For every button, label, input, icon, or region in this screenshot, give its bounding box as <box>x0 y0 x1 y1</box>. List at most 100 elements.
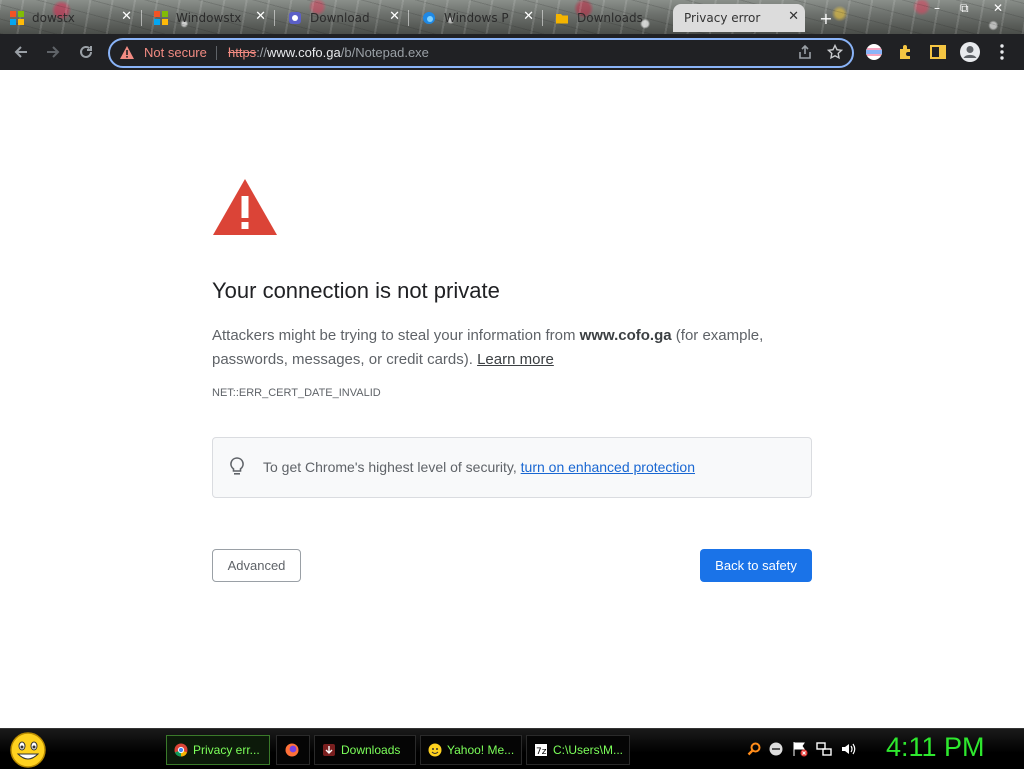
taskbar-clock[interactable]: 4:11 PM <box>886 732 985 763</box>
7zip-icon: 7z <box>534 743 548 757</box>
extension-icon <box>866 44 882 60</box>
address-bar[interactable]: Not secure https://www.cofo.ga/b/Notepad… <box>108 38 854 68</box>
start-smiley-icon[interactable] <box>8 731 48 769</box>
back-to-safety-button[interactable]: Back to safety <box>700 549 812 582</box>
description-host: www.cofo.ga <box>579 327 672 344</box>
url-host: www.cofo.ga <box>267 45 341 60</box>
url-text[interactable]: https://www.cofo.ga/b/Notepad.exe <box>228 45 429 60</box>
close-window-icon[interactable]: ✕ <box>993 1 1003 15</box>
tab-4[interactable]: Windows P ✕ <box>412 4 540 32</box>
reload-icon <box>80 45 92 58</box>
interstitial-page: Your connection is not private Attackers… <box>0 70 1024 728</box>
tab-title: Privacy error <box>684 11 761 25</box>
enhanced-protection-link[interactable]: turn on enhanced protection <box>521 459 695 475</box>
error-code: NET::ERR_CERT_DATE_INVALID <box>212 387 381 399</box>
tab-3[interactable]: Download ✕ <box>278 4 406 32</box>
browser-menu-button[interactable] <box>990 40 1014 64</box>
tab-close-icon[interactable]: ✕ <box>121 10 132 24</box>
tab-1[interactable]: dowstx ✕ <box>0 4 138 32</box>
chrome-icon <box>174 743 188 757</box>
learn-more-link[interactable]: Learn more <box>477 351 554 368</box>
sidepanel-icon <box>930 45 946 59</box>
side-panel-button[interactable] <box>926 40 950 64</box>
forward-icon <box>47 46 60 58</box>
tab-title: Download <box>310 11 370 25</box>
star-icon <box>827 44 843 60</box>
not-secure-label[interactable]: Not secure <box>144 45 207 60</box>
folder-icon <box>556 14 568 24</box>
advanced-button[interactable]: Advanced <box>212 549 301 582</box>
tab-close-icon[interactable]: ✕ <box>255 10 266 24</box>
taskbar: Privacy err... Downloads Yahoo! Me... 7z… <box>0 728 1024 769</box>
tray-status[interactable] <box>768 741 784 757</box>
page-title: Your connection is not private <box>212 278 500 303</box>
taskbar-item-downloads[interactable]: Downloads <box>314 735 416 765</box>
firefox-icon <box>285 743 299 757</box>
tab-close-icon[interactable]: ✕ <box>389 10 400 24</box>
description-text: Attackers might be trying to steal your … <box>212 327 580 344</box>
tab-close-icon[interactable]: ✕ <box>788 10 799 24</box>
url-scheme: https <box>228 45 257 60</box>
taskbar-item-label: Downloads <box>341 743 401 757</box>
yahoo-messenger-icon <box>428 743 442 757</box>
tab-separator <box>542 10 543 26</box>
downloads-icon <box>323 744 335 756</box>
taskbar-item-chrome[interactable]: Privacy err... <box>166 735 270 765</box>
taskbar-item-7zip[interactable]: 7z C:\Users\M... <box>526 735 630 765</box>
tray-action-center[interactable] <box>792 741 808 757</box>
tray-volume[interactable] <box>840 741 856 757</box>
lightbulb-icon <box>230 457 244 475</box>
tab-separator <box>141 10 142 26</box>
tab-separator <box>408 10 409 26</box>
windows-logo-icon <box>10 11 24 25</box>
flag-icon <box>793 742 808 757</box>
tab-5[interactable]: Downloads <box>545 4 671 32</box>
back-button[interactable] <box>9 40 33 64</box>
search-icon <box>747 742 761 756</box>
taskbar-item-yahoo-messenger[interactable]: Yahoo! Me... <box>420 735 522 765</box>
tab-title: Windows P <box>444 11 509 25</box>
restore-icon[interactable]: ⧉ <box>960 1 969 16</box>
tab-title: dowstx <box>32 11 75 25</box>
taskbar-item-label: Yahoo! Me... <box>447 743 515 757</box>
tab-close-icon[interactable]: ✕ <box>523 10 534 24</box>
tip-text-body: To get Chrome's highest level of securit… <box>263 459 521 475</box>
profile-button[interactable] <box>958 40 982 64</box>
app-icon <box>289 12 301 24</box>
tip-text: To get Chrome's highest level of securit… <box>263 459 695 475</box>
network-icon <box>816 742 832 756</box>
taskbar-item-firefox[interactable] <box>276 735 310 765</box>
back-icon <box>14 46 27 58</box>
minimize-icon[interactable]: – <box>934 1 940 15</box>
share-button[interactable] <box>793 40 817 64</box>
minus-circle-icon <box>769 742 783 756</box>
url-path: /b/Notepad.exe <box>340 45 429 60</box>
extensions-menu-button[interactable] <box>894 40 918 64</box>
browser-toolbar: Not secure https://www.cofo.ga/b/Notepad… <box>0 34 1024 70</box>
windows-logo-icon <box>154 11 168 25</box>
enhanced-protection-tip: To get Chrome's highest level of securit… <box>212 437 812 498</box>
tab-title: Downloads <box>577 11 643 25</box>
tab-separator <box>274 10 275 26</box>
tab-title: Windowstx <box>176 11 242 25</box>
error-description: Attackers might be trying to steal your … <box>212 324 802 372</box>
taskbar-item-label: C:\Users\M... <box>553 743 624 757</box>
plus-icon: + <box>819 8 833 28</box>
bookmark-button[interactable] <box>823 40 847 64</box>
taskbar-item-label: Privacy err... <box>193 743 260 757</box>
svg-text:7z: 7z <box>536 747 547 757</box>
new-tab-button[interactable]: + <box>814 4 838 32</box>
forward-button[interactable] <box>41 40 65 64</box>
puzzle-icon <box>900 45 910 59</box>
profile-icon <box>960 42 980 62</box>
url-separator: :// <box>256 45 268 60</box>
extension-button[interactable] <box>862 40 886 64</box>
tray-search[interactable] <box>746 741 762 757</box>
tab-strip: dowstx ✕ Windowstx ✕ Download ✕ Windows … <box>0 0 1024 34</box>
tab-6-active[interactable]: Privacy error ✕ <box>673 4 805 32</box>
share-icon <box>799 44 811 59</box>
tray-network[interactable] <box>816 741 832 757</box>
reload-button[interactable] <box>74 40 98 64</box>
warning-triangle-icon <box>120 46 134 59</box>
tab-2[interactable]: Windowstx ✕ <box>144 4 272 32</box>
